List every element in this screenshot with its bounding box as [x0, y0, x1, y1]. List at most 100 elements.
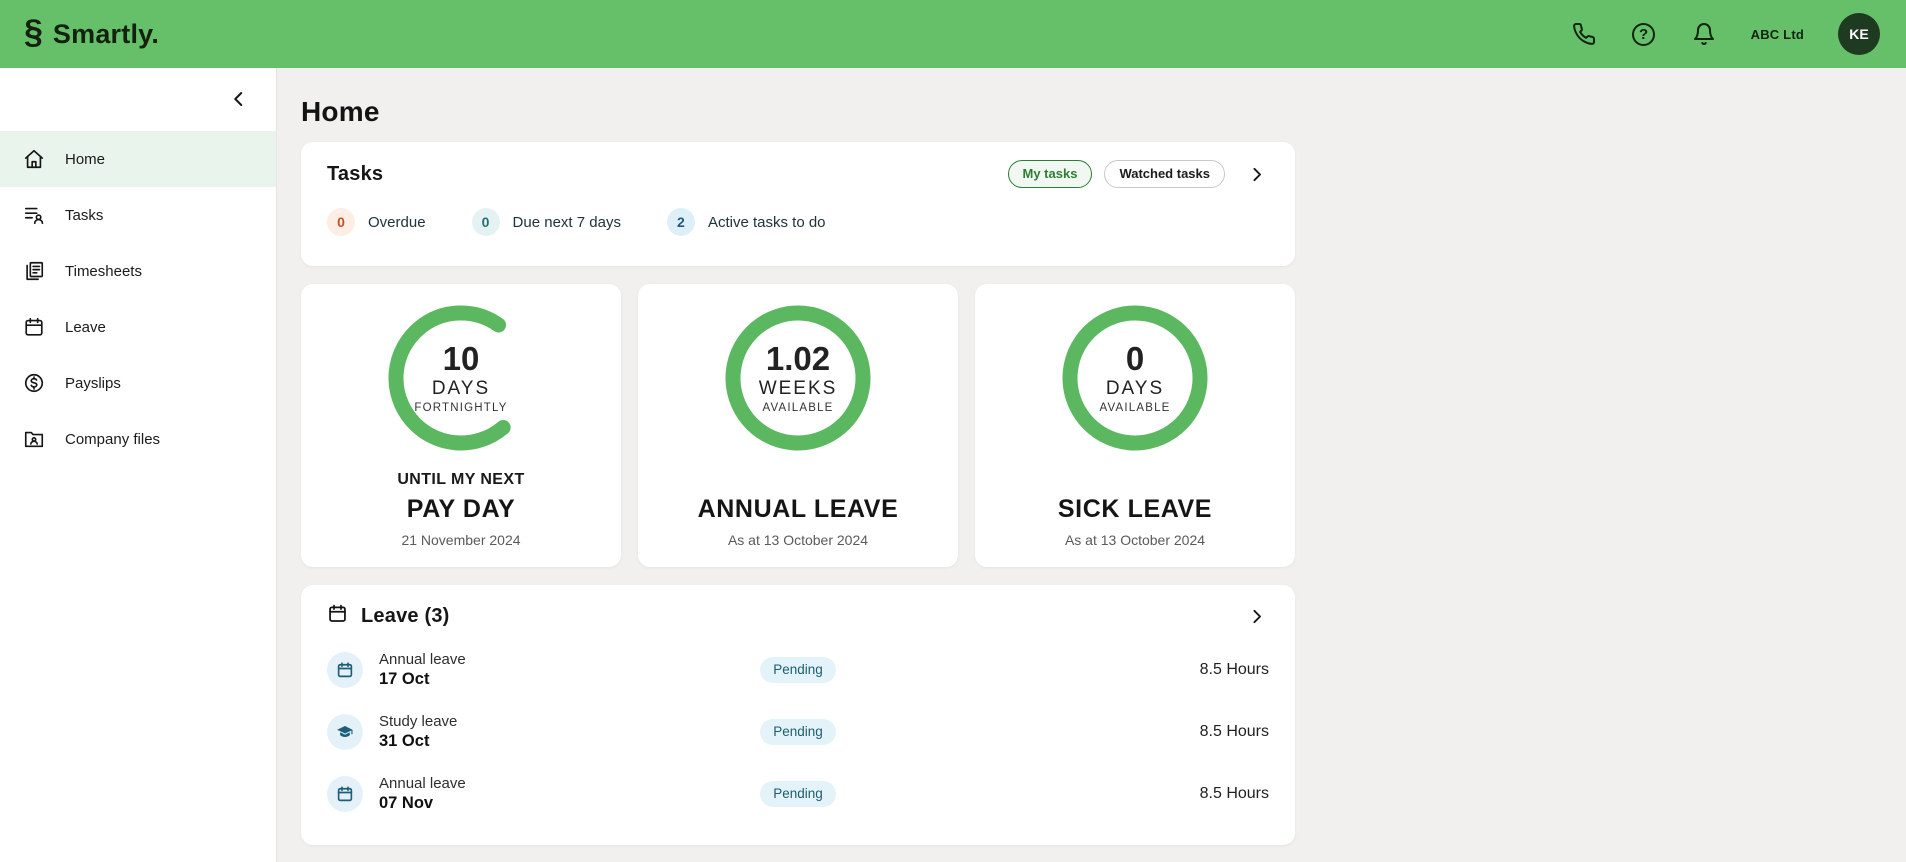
sidebar-item-label: Timesheets — [65, 262, 142, 280]
company-files-folder-icon — [22, 428, 45, 451]
page-title: Home — [301, 96, 380, 127]
leave-date: 07 Nov — [379, 794, 434, 812]
stat-date: As at 13 October 2024 — [727, 532, 869, 548]
payslips-dollar-icon — [22, 372, 45, 395]
brand-name: Smartly. — [52, 18, 160, 49]
tasks-icon — [22, 204, 45, 227]
sidebar-item-label: Tasks — [65, 206, 104, 224]
sidebar-item-payslips[interactable]: Payslips — [0, 355, 276, 411]
active-tasks-count-badge: 2 — [666, 208, 695, 236]
annual-leave-card: 1.02 WEEKS AVAILABLE ANNUAL LEAVE As at … — [638, 284, 958, 567]
leave-hours: 8.5 Hours — [1199, 723, 1269, 740]
sidebar-item-label: Company files — [65, 430, 161, 448]
phone-icon[interactable] — [1571, 21, 1597, 47]
tasks-filters: My tasks Watched tasks — [1007, 160, 1269, 188]
leave-row-info: Annual leave 07 Nov — [327, 775, 718, 813]
sidebar-nav: Home Tasks Timesheets Leave Payslips Com… — [0, 131, 276, 467]
leave-row-info: Study leave 31 Oct — [327, 713, 718, 751]
leave-card-title-group: Leave (3) — [327, 603, 450, 629]
leave-row-info: Annual leave 17 Oct — [327, 651, 718, 689]
stat-cards-row: 10 DAYS FORTNIGHTLY UNTIL MY NEXT PAY DA… — [301, 284, 1906, 567]
timesheets-icon — [22, 260, 45, 283]
top-bar-actions: ? ABC Ltd KE — [1571, 13, 1880, 55]
ring-sub: FORTNIGHTLY — [414, 401, 508, 414]
leave-card-header: Leave (3) — [327, 603, 1269, 629]
notifications-bell-icon[interactable] — [1691, 21, 1717, 47]
leave-row[interactable]: Annual leave 07 Nov Pending 8.5 Hours — [327, 763, 1269, 825]
status-badge: Pending — [760, 657, 836, 683]
tasks-card-title: Tasks — [327, 162, 384, 185]
overdue-count-badge: 0 — [327, 208, 355, 236]
leave-date: 17 Oct — [379, 670, 430, 688]
ring-value: 10 — [442, 340, 480, 378]
calendar-icon — [327, 603, 348, 629]
tasks-card-header: Tasks My tasks Watched tasks — [327, 160, 1269, 188]
overdue-count: 0 Overdue — [327, 208, 426, 236]
ring-sub: AVAILABLE — [1099, 401, 1171, 414]
sidebar-item-home[interactable]: Home — [0, 131, 276, 187]
leave-hours: 8.5 Hours — [1199, 661, 1269, 678]
ring-value: 1.02 — [765, 340, 831, 378]
leave-card: Leave (3) Annual leave 17 Oct Pending 8.… — [301, 585, 1295, 845]
leave-type: Study leave — [379, 713, 458, 730]
leave-row[interactable]: Study leave 31 Oct Pending 8.5 Hours — [327, 701, 1269, 763]
leave-type: Annual leave — [379, 651, 466, 668]
pay-day-progress-ring: 10 DAYS FORTNIGHTLY — [388, 305, 534, 451]
sick-leave-ring: 0 DAYS AVAILABLE — [1062, 305, 1208, 451]
chevron-left-icon — [230, 90, 248, 113]
help-icon[interactable]: ? — [1631, 21, 1657, 47]
due-next-7-days-count: 0 Due next 7 days — [471, 208, 621, 236]
ring-text: 10 DAYS FORTNIGHTLY — [388, 305, 534, 451]
sidebar-item-label: Home — [65, 150, 106, 168]
avatar[interactable]: KE — [1838, 13, 1880, 55]
annual-leave-ring: 1.02 WEEKS AVAILABLE — [725, 305, 871, 451]
status-badge: Pending — [760, 781, 836, 807]
company-name[interactable]: ABC Ltd — [1751, 27, 1804, 42]
smartly-logo-icon: § — [24, 13, 43, 51]
leave-row[interactable]: Annual leave 17 Oct Pending 8.5 Hours — [327, 639, 1269, 701]
sidebar-item-timesheets[interactable]: Timesheets — [0, 243, 276, 299]
brand: § Smartly. — [24, 13, 160, 51]
stat-date: 21 November 2024 — [401, 532, 521, 548]
ring-sub: AVAILABLE — [762, 401, 834, 414]
sidebar: Home Tasks Timesheets Leave Payslips Com… — [0, 68, 277, 862]
stat-title: SICK LEAVE — [1057, 495, 1213, 523]
ring-unit: WEEKS — [758, 377, 838, 399]
my-tasks-filter-button[interactable]: My tasks — [1007, 160, 1093, 188]
leave-hours: 8.5 Hours — [1199, 785, 1269, 802]
due-next-7-days-count-badge: 0 — [471, 208, 500, 236]
stat-title: PAY DAY — [406, 495, 516, 523]
stat-date: As at 13 October 2024 — [1064, 532, 1206, 548]
sidebar-item-company-files[interactable]: Company files — [0, 411, 276, 467]
ring-text: 0 DAYS AVAILABLE — [1062, 305, 1208, 451]
stat-subtitle: UNTIL MY NEXT — [397, 471, 525, 488]
sidebar-collapse-button[interactable] — [224, 86, 254, 116]
graduation-cap-icon — [327, 714, 363, 750]
leave-card-title: Leave (3) — [361, 604, 450, 627]
stat-title: ANNUAL LEAVE — [697, 495, 899, 523]
leave-card-chevron-right-icon[interactable] — [1243, 603, 1269, 629]
active-tasks-count-label: Active tasks to do — [707, 213, 826, 231]
sidebar-item-label: Payslips — [65, 374, 121, 392]
ring-value: 0 — [1125, 340, 1145, 378]
overdue-count-label: Overdue — [368, 213, 426, 231]
ring-unit: DAYS — [1105, 377, 1165, 399]
due-next-7-days-count-label: Due next 7 days — [512, 213, 621, 231]
sidebar-item-leave[interactable]: Leave — [0, 299, 276, 355]
leave-calendar-icon — [22, 316, 45, 339]
watched-tasks-filter-button[interactable]: Watched tasks — [1104, 160, 1225, 188]
home-icon — [22, 148, 45, 171]
top-bar: § Smartly. ? ABC Ltd KE — [0, 0, 1906, 68]
calendar-icon — [327, 652, 363, 688]
tasks-card: Tasks My tasks Watched tasks 0 Overdue 0… — [301, 142, 1295, 266]
active-tasks-count: 2 Active tasks to do — [666, 208, 826, 236]
status-badge: Pending — [760, 719, 836, 745]
tasks-card-chevron-right-icon[interactable] — [1243, 161, 1269, 187]
leave-type: Annual leave — [379, 775, 466, 792]
sidebar-item-tasks[interactable]: Tasks — [0, 187, 276, 243]
calendar-icon — [327, 776, 363, 812]
ring-text: 1.02 WEEKS AVAILABLE — [725, 305, 871, 451]
leave-date: 31 Oct — [379, 732, 430, 750]
pay-day-card: 10 DAYS FORTNIGHTLY UNTIL MY NEXT PAY DA… — [301, 284, 621, 567]
sidebar-item-label: Leave — [65, 318, 106, 336]
